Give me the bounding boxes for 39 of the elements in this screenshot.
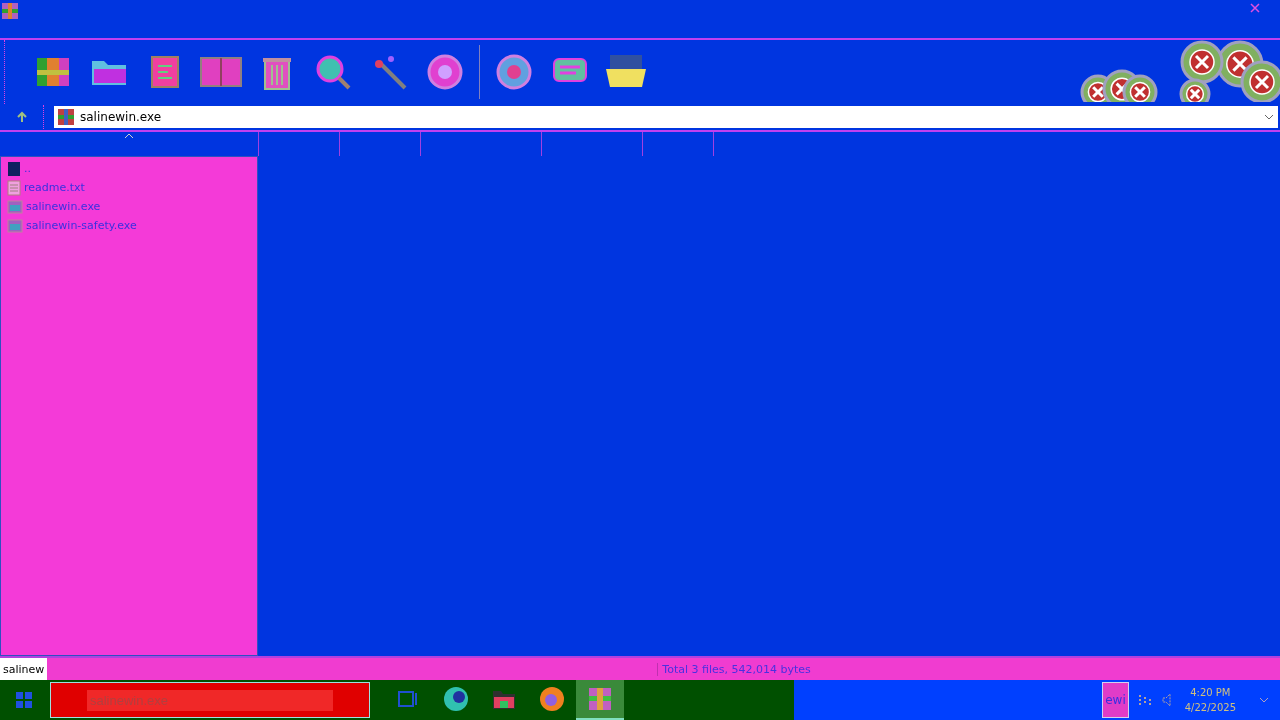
network-icon[interactable] — [1136, 692, 1153, 708]
file-name: .. — [24, 162, 31, 175]
search-icon — [314, 53, 352, 91]
clock[interactable]: 4:20 PM 4/22/2025 — [1184, 687, 1236, 713]
close-icon — [1250, 3, 1260, 13]
date-text: 4/22/2025 — [1184, 702, 1236, 713]
browser-icon — [443, 686, 469, 712]
tray-label: ewi — [1102, 682, 1129, 718]
firefox-icon — [539, 686, 565, 712]
file-row[interactable]: salinewin.exe — [1, 197, 257, 216]
search-field[interactable]: salinewin.exe — [50, 682, 370, 718]
file-name: salinewin-safety.exe — [26, 219, 137, 232]
windows-icon — [16, 692, 32, 708]
archive-icon — [58, 109, 74, 125]
folder-icon — [492, 688, 516, 710]
text-file-icon — [7, 179, 21, 196]
archive-icon — [587, 686, 613, 712]
address-text: salinewin.exe — [80, 110, 163, 124]
program-icon — [7, 218, 23, 233]
folder-up-icon — [7, 160, 21, 177]
sort-icon — [124, 133, 134, 139]
file-row[interactable]: .. — [1, 159, 257, 178]
clipboard-icon — [149, 54, 181, 90]
status-text: Total 3 files, 542,014 bytes — [657, 662, 811, 676]
file-name: readme.txt — [24, 181, 85, 194]
file-row[interactable]: readme.txt — [1, 178, 257, 197]
taskbar-app-button[interactable] — [576, 680, 624, 720]
dropdown-icon[interactable] — [1264, 113, 1274, 121]
address-field[interactable]: salinewin.exe — [54, 106, 1278, 128]
status-label: salinew — [0, 658, 48, 680]
time-text: 4:20 PM — [1190, 687, 1231, 698]
task-view-icon — [398, 690, 418, 708]
up-arrow-icon — [15, 111, 28, 123]
notification-icon[interactable] — [1258, 695, 1270, 705]
file-name: salinewin.exe — [26, 200, 101, 213]
file-row[interactable]: salinewin-safety.exe — [1, 216, 257, 235]
app-icon — [2, 3, 18, 19]
book-icon — [199, 55, 243, 89]
program-icon — [7, 199, 23, 214]
